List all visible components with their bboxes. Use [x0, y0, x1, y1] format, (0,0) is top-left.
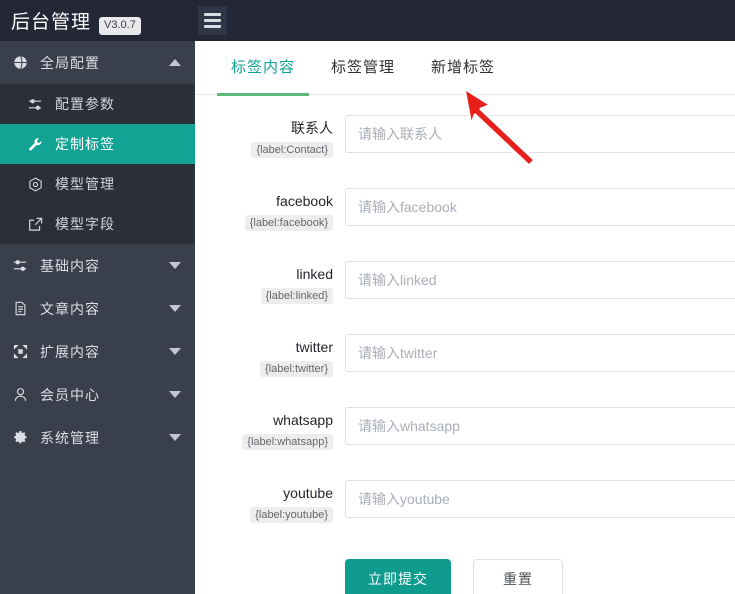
sidebar-item-custom-labels[interactable]: 定制标签 — [0, 124, 195, 164]
form-row: whatsapp {label:whatsapp} — [195, 395, 735, 468]
form-actions: 立即提交 重置 — [195, 541, 735, 594]
sliders-icon — [13, 258, 33, 273]
form-label-cell: facebook {label:facebook} — [195, 184, 345, 231]
sidebar-group-label: 扩展内容 — [40, 343, 100, 360]
admin-page: 后台管理 V3.0.7 全局配置 配置参数 定制标签 模型管理 模型字段 基础内… — [0, 0, 735, 594]
sidebar-item-model-fields[interactable]: 模型字段 — [0, 204, 195, 244]
field-tag: {label:Contact} — [251, 142, 333, 158]
form-label-cell: whatsapp {label:whatsapp} — [195, 403, 345, 450]
brand-title: 后台管理 — [11, 10, 92, 33]
tab-label-content[interactable]: 标签内容 — [213, 41, 313, 96]
field-label: twitter — [295, 339, 333, 355]
field-label: whatsapp — [273, 412, 333, 428]
sidebar-group-member-center[interactable]: 会员中心 — [0, 373, 195, 416]
twitter-input[interactable] — [345, 334, 735, 372]
hamburger-bar — [204, 13, 221, 16]
sidebar-group-article-content[interactable]: 文章内容 — [0, 287, 195, 330]
sidebar-group-label: 系统管理 — [40, 429, 100, 446]
field-label: 联系人 — [291, 120, 333, 136]
form-row: twitter {label:twitter} — [195, 322, 735, 395]
chevron-down-icon — [169, 391, 181, 398]
sidebar-submenu-global-config: 配置参数 定制标签 模型管理 模型字段 — [0, 84, 195, 244]
form-input-cell — [345, 111, 735, 153]
sidebar-item-label: 配置参数 — [55, 96, 115, 112]
tab-label-management[interactable]: 标签管理 — [313, 41, 413, 95]
version-badge: V3.0.7 — [99, 16, 141, 35]
youtube-input[interactable] — [345, 480, 735, 518]
top-bar: 后台管理 V3.0.7 — [0, 0, 735, 41]
field-tag: {label:twitter} — [260, 361, 333, 377]
form-label-cell: 联系人 {label:Contact} — [195, 111, 345, 158]
chevron-up-icon — [169, 59, 181, 66]
sidebar-group-label: 会员中心 — [40, 386, 100, 403]
sidebar-group-basic-content[interactable]: 基础内容 — [0, 244, 195, 287]
form-input-cell — [345, 403, 735, 445]
user-icon — [13, 387, 33, 402]
field-tag: {label:facebook} — [244, 215, 333, 231]
tab-bar: 标签内容 标签管理 新增标签 — [195, 41, 735, 96]
form-row: 联系人 {label:Contact} — [195, 103, 735, 176]
sidebar-group-label: 全局配置 — [40, 54, 100, 71]
field-label: facebook — [276, 193, 333, 209]
sidebar-group-label: 文章内容 — [40, 300, 100, 317]
wrench-icon — [28, 137, 48, 152]
gear-icon — [13, 430, 33, 445]
whatsapp-input[interactable] — [345, 407, 735, 445]
form-row: facebook {label:facebook} — [195, 176, 735, 249]
form-label-cell: linked {label:linked} — [195, 257, 345, 304]
sidebar-item-label: 模型管理 — [55, 176, 115, 192]
form-input-cell — [345, 257, 735, 299]
sidebar-group-label: 基础内容 — [40, 257, 100, 274]
sidebar-item-config-params[interactable]: 配置参数 — [0, 84, 195, 124]
field-label: youtube — [283, 485, 333, 501]
hamburger-bar — [204, 25, 221, 28]
linked-input[interactable] — [345, 261, 735, 299]
chevron-down-icon — [169, 262, 181, 269]
sidebar-group-global-config[interactable]: 全局配置 — [0, 41, 195, 84]
cube-icon — [28, 176, 48, 192]
chevron-down-icon — [169, 434, 181, 441]
expand-icon — [13, 344, 33, 359]
sidebar-item-model-management[interactable]: 模型管理 — [0, 164, 195, 204]
facebook-input[interactable] — [345, 188, 735, 226]
sidebar-group-extension-content[interactable]: 扩展内容 — [0, 330, 195, 373]
main-content: 标签内容 标签管理 新增标签 联系人 {label:Contact} faceb… — [195, 41, 735, 594]
form-input-cell — [345, 330, 735, 372]
form-row: linked {label:linked} — [195, 249, 735, 322]
field-tag: {label:linked} — [260, 288, 333, 304]
external-link-icon — [28, 217, 48, 232]
sidebar-item-label: 定制标签 — [55, 136, 115, 152]
chevron-down-icon — [169, 305, 181, 312]
tab-add-label[interactable]: 新增标签 — [413, 41, 513, 95]
form-input-cell — [345, 184, 735, 226]
document-icon — [13, 301, 33, 316]
custom-label-form: 联系人 {label:Contact} facebook {label:face… — [195, 95, 735, 594]
submit-button[interactable]: 立即提交 — [345, 559, 451, 594]
reset-button[interactable]: 重置 — [473, 559, 563, 594]
sidebar[interactable]: 全局配置 配置参数 定制标签 模型管理 模型字段 基础内容 文章内容 扩展内容 … — [0, 41, 195, 594]
hamburger-menu-icon[interactable] — [198, 6, 227, 35]
field-label: linked — [296, 266, 333, 282]
form-label-cell: youtube {label:youtube} — [195, 476, 345, 523]
field-tag: {label:whatsapp} — [242, 434, 333, 450]
form-input-cell — [345, 476, 735, 518]
contact-input[interactable] — [345, 115, 735, 153]
brand: 后台管理 V3.0.7 — [0, 7, 195, 35]
chevron-down-icon — [169, 348, 181, 355]
sidebar-item-label: 模型字段 — [55, 216, 115, 232]
sidebar-group-system-management[interactable]: 系统管理 — [0, 416, 195, 459]
globe-icon — [13, 55, 33, 70]
field-tag: {label:youtube} — [250, 507, 333, 523]
hamburger-bar — [204, 19, 221, 22]
form-row: youtube {label:youtube} — [195, 468, 735, 541]
sliders-icon — [28, 97, 48, 112]
form-label-cell: twitter {label:twitter} — [195, 330, 345, 377]
